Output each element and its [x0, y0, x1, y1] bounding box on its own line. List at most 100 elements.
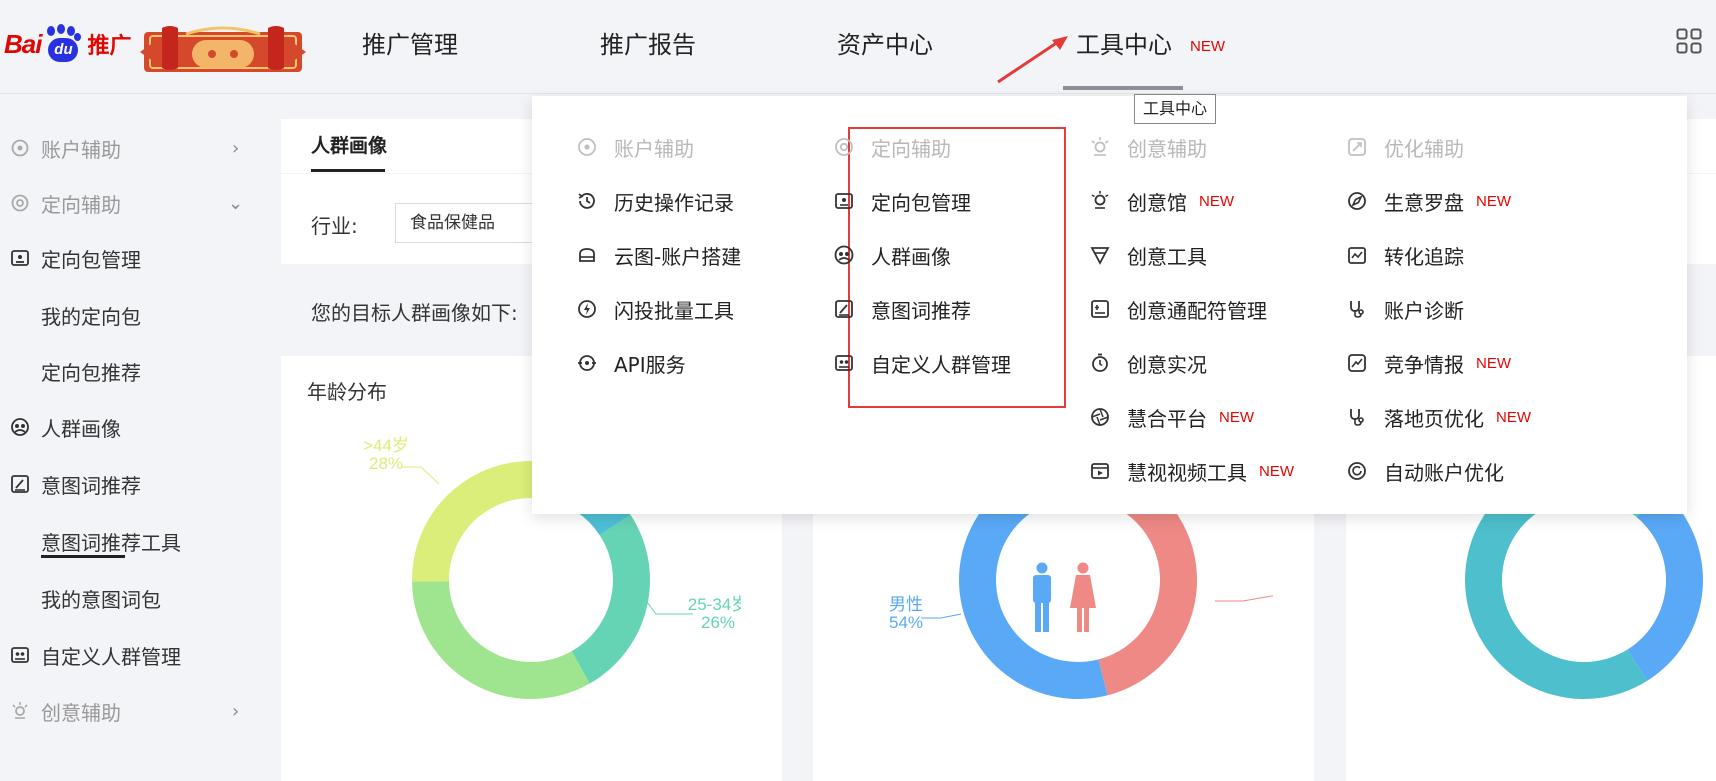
sidebar-sub-my-target-package[interactable]: 我的定向包	[0, 290, 258, 340]
dropdown-menu-item[interactable]: 人群画像	[833, 235, 951, 275]
sidebar-item-label: 意图词推荐	[41, 473, 141, 498]
dropdown-menu-item[interactable]: 历史操作记录	[576, 181, 734, 221]
sidebar-item-label: 自定义人群管理	[41, 644, 181, 669]
sidebar-item-label: 定向包管理	[41, 247, 141, 272]
chevron-down-icon: ⌄	[228, 192, 244, 214]
dropdown-item-label: 自动账户优化	[1384, 460, 1504, 485]
donut-slice	[412, 581, 590, 699]
new-badge: NEW	[1496, 408, 1531, 426]
dropdown-menu-item[interactable]: 账户诊断	[1346, 289, 1464, 329]
wildcard-icon	[1089, 298, 1111, 320]
dropdown-header-label: 优化辅助	[1384, 136, 1464, 161]
flash-batch-icon	[576, 298, 598, 320]
target-assist-icon	[10, 193, 30, 213]
donut-slice	[412, 461, 552, 582]
nav-promotion-report[interactable]: 推广报告	[600, 0, 696, 94]
optimize-assist-icon	[1346, 136, 1368, 158]
grid-apps-icon[interactable]	[1676, 28, 1702, 54]
dropdown-menu-item[interactable]: 自定义人群管理	[833, 343, 1011, 383]
creative-assist-icon	[10, 701, 30, 721]
sidebar-item-label: 人群画像	[41, 416, 121, 441]
dropdown-menu-item[interactable]: 闪投批量工具	[576, 289, 734, 329]
dropdown-menu-item[interactable]: 慧合平台 NEW	[1089, 397, 1254, 437]
top-bar: Bai du 推广 推广管理 推广报告 资产中心 工具中心 NEW	[0, 0, 1716, 94]
sidebar-group-account-assist[interactable]: 账户辅助 ›	[0, 123, 258, 173]
sidebar-item-crowd-portrait[interactable]: 人群画像	[0, 402, 258, 452]
dropdown-item-label: 慧合平台	[1127, 406, 1207, 431]
dropdown-menu-item[interactable]: 创意工具	[1089, 235, 1207, 275]
nav-promotion-management[interactable]: 推广管理	[362, 0, 458, 94]
dropdown-menu-item[interactable]: 竞争情报 NEW	[1346, 343, 1511, 383]
account-assist-icon	[576, 136, 598, 158]
logo-du-text: du	[48, 38, 79, 62]
dropdown-menu-item[interactable]: 转化追踪	[1346, 235, 1464, 275]
custom-crowd-icon	[833, 352, 855, 374]
sidebar-group-label: 创意辅助	[41, 700, 121, 725]
sidebar-item-label: 我的定向包	[41, 304, 141, 329]
dropdown-item-label: 竞争情报	[1384, 352, 1464, 377]
dropdown-menu-item[interactable]: 落地页优化 NEW	[1346, 397, 1531, 437]
logo-tuiguang-text: 推广	[87, 34, 132, 59]
new-badge: NEW	[1199, 192, 1234, 210]
stethoscope-icon	[1346, 406, 1368, 428]
timer-icon	[1089, 352, 1111, 374]
sidebar-group-target-assist[interactable]: 定向辅助 ⌄	[0, 178, 258, 228]
lightbulb-icon	[1089, 190, 1111, 212]
nav-asset-center[interactable]: 资产中心	[837, 0, 933, 94]
dropdown-item-label: 账户诊断	[1384, 298, 1464, 323]
dropdown-menu-item[interactable]: 云图-账户搭建	[576, 235, 741, 275]
auto-optimize-icon	[1346, 460, 1368, 482]
aperture-icon	[1089, 406, 1111, 428]
baidu-tuiguang-logo[interactable]: Bai du 推广	[4, 22, 131, 66]
industry-label: 行业:	[311, 214, 358, 238]
intent-word-icon	[10, 474, 30, 494]
sidebar-item-custom-crowd[interactable]: 自定义人群管理	[0, 630, 258, 680]
account-assist-icon	[10, 138, 30, 158]
sidebar-sub-target-package-recommend[interactable]: 定向包推荐	[0, 346, 258, 396]
card-title: 年龄分布	[307, 380, 387, 404]
tool-center-dropdown-menu: 账户辅助历史操作记录云图-账户搭建 闪投批量工具 API服务 定向辅助定向包管理人群画…	[532, 96, 1687, 514]
dropdown-column-header: 创意辅助	[1089, 127, 1207, 167]
compass-icon	[1346, 190, 1368, 212]
dropdown-menu-item[interactable]: 创意馆 NEW	[1089, 181, 1234, 221]
dropdown-menu-item[interactable]: API服务	[576, 343, 686, 383]
competition-icon	[1346, 352, 1368, 374]
dropdown-menu-item[interactable]: 创意实况	[1089, 343, 1207, 383]
sidebar-item-intent-word[interactable]: 意图词推荐	[0, 459, 258, 509]
dropdown-header-label: 账户辅助	[614, 136, 694, 161]
nav-tool-center[interactable]: 工具中心	[1076, 0, 1172, 94]
dropdown-item-label: 转化追踪	[1384, 244, 1464, 269]
dropdown-menu-item[interactable]: 创意通配符管理	[1089, 289, 1267, 329]
dropdown-item-label: 创意通配符管理	[1127, 298, 1267, 323]
chevron-right-icon: ›	[232, 137, 240, 159]
dropdown-item-label: 自定义人群管理	[871, 352, 1011, 377]
dropdown-item-label: 云图-账户搭建	[614, 244, 742, 269]
sidebar-sub-my-intent-words[interactable]: 我的意图词包	[0, 573, 258, 623]
donut-slice	[1627, 488, 1703, 681]
dropdown-menu-item[interactable]: 自动账户优化	[1346, 451, 1504, 491]
industry-select[interactable]: 食品保健品	[395, 203, 555, 243]
dropdown-menu-item[interactable]: 意图词推荐	[833, 289, 971, 329]
sidebar-item-target-package[interactable]: 定向包管理	[0, 233, 258, 283]
tab-crowd-portrait[interactable]: 人群画像	[311, 131, 387, 158]
dropdown-menu-item[interactable]: 慧视视频工具 NEW	[1089, 451, 1294, 491]
sidebar-group-creative-assist[interactable]: 创意辅助 ›	[0, 686, 258, 736]
dropdown-item-label: 闪投批量工具	[614, 298, 734, 323]
dropdown-item-label: 定向包管理	[871, 190, 971, 215]
donut-slice	[571, 514, 651, 684]
new-badge: NEW	[1259, 462, 1294, 480]
dropdown-header-label: 定向辅助	[871, 136, 951, 161]
slice-label-leader	[1215, 595, 1273, 602]
new-badge: NEW	[1476, 192, 1511, 210]
nav-active-underline	[1063, 86, 1183, 90]
crowd-portrait-icon	[10, 417, 30, 437]
sidebar-sub-intent-word-tool[interactable]: 意图词推荐工具	[0, 516, 258, 566]
dropdown-item-label: 创意工具	[1127, 244, 1207, 269]
dropdown-menu-item[interactable]: 生意罗盘 NEW	[1346, 181, 1511, 221]
dropdown-menu-item[interactable]: 定向包管理	[833, 181, 971, 221]
sidebar: 账户辅助 › 定向辅助 ⌄ 定向包管理 我的定向包 定向包推荐 人群画像 意图词…	[0, 95, 258, 781]
slice-label-leader	[921, 613, 962, 619]
creative-assist-icon	[1089, 136, 1111, 158]
dropdown-item-label: 落地页优化	[1384, 406, 1484, 431]
tab-active-underline	[311, 169, 385, 172]
